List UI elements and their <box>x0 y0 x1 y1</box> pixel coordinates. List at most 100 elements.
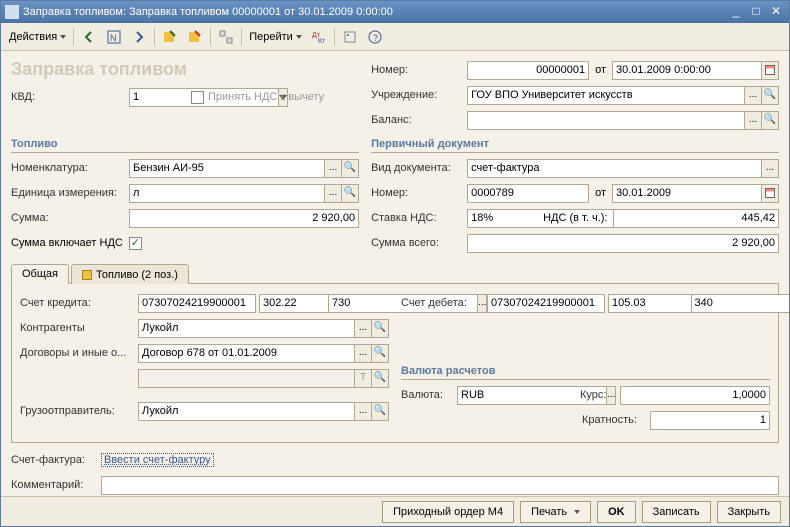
calendar-icon[interactable] <box>762 61 779 80</box>
shipper-label: Грузоотправитель: <box>20 405 138 417</box>
contracts-label: Договоры и иные о... <box>20 347 138 359</box>
vat-deduct-label: Принять НДС к вычету <box>208 91 324 103</box>
total-input[interactable] <box>467 234 779 253</box>
debit-account-input[interactable] <box>487 294 605 313</box>
institution-label: Учреждение: <box>371 89 467 101</box>
doc-type-input[interactable] <box>467 159 762 178</box>
ok-button[interactable]: OK <box>597 501 636 523</box>
total-label: Сумма всего: <box>371 237 467 249</box>
page-title: Заправка топливом <box>11 59 359 80</box>
currency-section: Валюта расчетов <box>401 365 770 380</box>
debit-account-label: Счет дебета: <box>401 297 487 309</box>
titlebar: Заправка топливом: Заправка топливом 000… <box>1 1 789 23</box>
counterparty-select-icon[interactable]: ... <box>355 319 372 338</box>
multiplicity-input[interactable] <box>650 411 770 430</box>
toolbar-settings-icon[interactable] <box>338 26 362 48</box>
toolbar-back-icon[interactable] <box>77 26 101 48</box>
svg-text:N: N <box>110 33 117 43</box>
tab-fuel[interactable]: Топливо (2 поз.) <box>71 264 189 284</box>
window-title: Заправка топливом: Заправка топливом 000… <box>23 6 725 18</box>
unit-select-icon[interactable]: ... <box>325 184 342 203</box>
currency-label: Валюта: <box>401 389 457 401</box>
vat-amount-input[interactable] <box>613 209 779 228</box>
empty-search-icon[interactable]: 🔍 <box>372 369 389 388</box>
contracts-select-icon[interactable]: ... <box>355 344 372 363</box>
balance-search-icon[interactable]: 🔍 <box>762 111 779 130</box>
order-m4-button[interactable]: Приходный ордер М4 <box>382 501 514 523</box>
svg-text:Кт: Кт <box>318 38 326 45</box>
save-button[interactable]: Записать <box>642 501 711 523</box>
shipper-search-icon[interactable]: 🔍 <box>372 402 389 421</box>
sum-includes-vat-checkbox[interactable]: ✓ <box>129 237 142 250</box>
unit-input[interactable] <box>129 184 325 203</box>
actions-menu[interactable]: Действия <box>5 26 70 48</box>
fuel-section: Топливо <box>11 138 359 153</box>
vat-deduct-checkbox[interactable] <box>191 91 204 104</box>
invoice-link[interactable]: Ввести счет-фактуру <box>101 453 214 467</box>
fuel-tab-icon <box>82 270 92 280</box>
nomenclature-select-icon[interactable]: ... <box>325 159 342 178</box>
doc-number-input[interactable] <box>467 184 589 203</box>
nomenclature-label: Номенклатура: <box>11 162 129 174</box>
comment-label: Комментарий: <box>11 479 101 491</box>
print-button[interactable]: Печать <box>520 501 591 523</box>
rate-input[interactable] <box>620 386 770 405</box>
toolbar: Действия N Перейти ДтКт ? <box>1 23 789 51</box>
vat-rate-label: Ставка НДС: <box>371 212 467 224</box>
close-button[interactable]: ✕ <box>767 4 785 20</box>
toolbar-refresh-icon[interactable]: N <box>102 26 126 48</box>
doc-from-label: от <box>595 187 606 199</box>
institution-search-icon[interactable]: 🔍 <box>762 86 779 105</box>
shipper-select-icon[interactable]: ... <box>355 402 372 421</box>
balance-label: Баланс: <box>371 114 467 126</box>
unit-label: Единица измерения: <box>11 187 129 199</box>
toolbar-forward-icon[interactable] <box>127 26 151 48</box>
kvd-label: КВД: <box>11 91 129 103</box>
primary-doc-section: Первичный документ <box>371 138 779 153</box>
date-input[interactable] <box>612 61 762 80</box>
credit-account-input[interactable] <box>138 294 256 313</box>
empty-t-icon[interactable]: T <box>355 369 372 388</box>
sum-input[interactable] <box>129 209 359 228</box>
toolbar-post-icon[interactable] <box>158 26 182 48</box>
toolbar-dtkt-icon[interactable]: ДтКт <box>307 26 331 48</box>
doc-type-select-icon[interactable]: ... <box>762 159 779 178</box>
comment-input[interactable] <box>101 476 779 495</box>
nomenclature-search-icon[interactable]: 🔍 <box>342 159 359 178</box>
doc-calendar-icon[interactable] <box>762 184 779 203</box>
contracts-input[interactable] <box>138 344 355 363</box>
goto-menu[interactable]: Перейти <box>245 26 306 48</box>
doc-number-label: Номер: <box>371 187 467 199</box>
doc-type-label: Вид документа: <box>371 162 467 174</box>
debit-sub2-input[interactable] <box>691 294 790 313</box>
contracts-search-icon[interactable]: 🔍 <box>372 344 389 363</box>
nomenclature-input[interactable] <box>129 159 325 178</box>
tab-general[interactable]: Общая <box>11 264 69 284</box>
maximize-button[interactable]: □ <box>747 4 765 20</box>
balance-select-icon[interactable]: ... <box>745 111 762 130</box>
invoice-label: Счет-фактура: <box>11 454 101 466</box>
toolbar-unpost-icon[interactable] <box>183 26 207 48</box>
shipper-input[interactable] <box>138 402 355 421</box>
vat-amount-label: НДС (в т. ч.): <box>543 212 607 224</box>
minimize-button[interactable]: _ <box>727 4 745 20</box>
multiplicity-label: Кратность: <box>582 414 650 426</box>
toolbar-struct-icon[interactable] <box>214 26 238 48</box>
rate-label: Курс: <box>580 389 620 401</box>
footer: Приходный ордер М4 Печать OK Записать За… <box>1 496 789 526</box>
close-footer-button[interactable]: Закрыть <box>717 501 781 523</box>
unit-search-icon[interactable]: 🔍 <box>342 184 359 203</box>
sum-includes-vat-label: Сумма включает НДС <box>11 237 123 249</box>
doc-date-input[interactable] <box>612 184 762 203</box>
balance-input[interactable] <box>467 111 745 130</box>
institution-input[interactable] <box>467 86 745 105</box>
sum-label: Сумма: <box>11 212 129 224</box>
empty-input <box>138 369 355 388</box>
toolbar-help-icon[interactable]: ? <box>363 26 387 48</box>
from-label: от <box>595 64 606 76</box>
counterparty-search-icon[interactable]: 🔍 <box>372 319 389 338</box>
counterparty-label: Контрагенты <box>20 322 138 334</box>
institution-select-icon[interactable]: ... <box>745 86 762 105</box>
number-input[interactable] <box>467 61 589 80</box>
counterparty-input[interactable] <box>138 319 355 338</box>
